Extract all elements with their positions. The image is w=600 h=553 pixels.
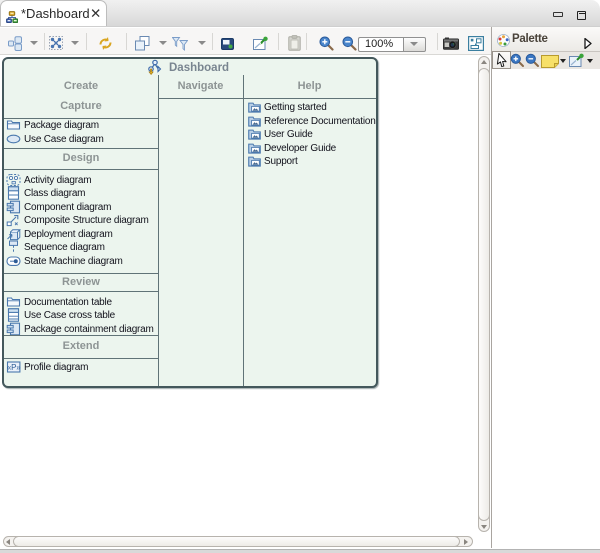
svg-text:«P»: «P» (7, 363, 21, 372)
